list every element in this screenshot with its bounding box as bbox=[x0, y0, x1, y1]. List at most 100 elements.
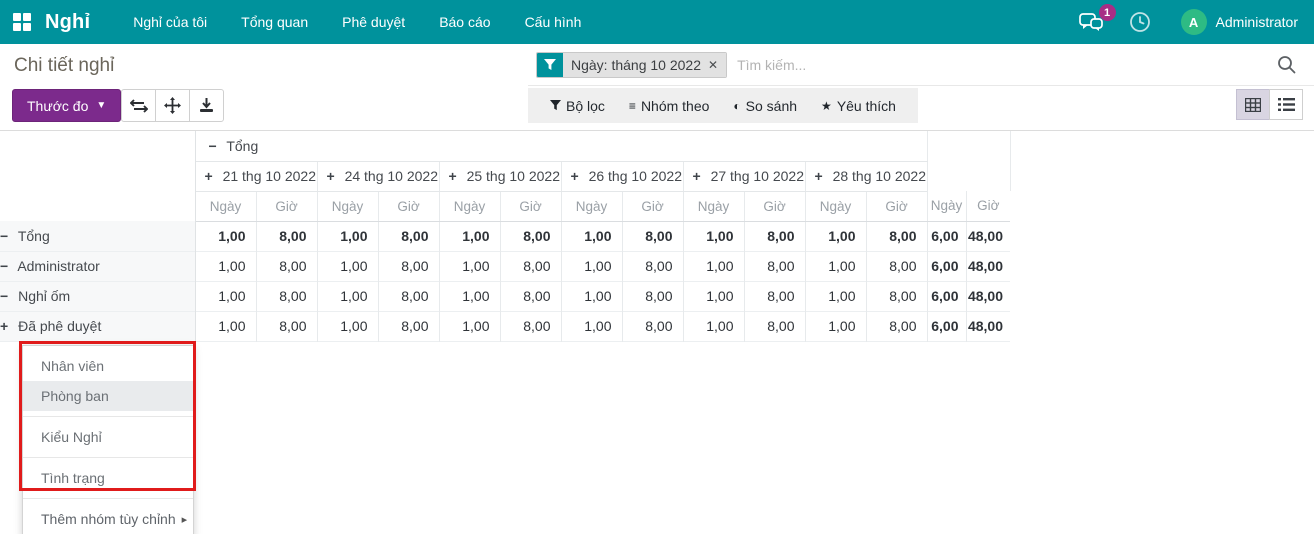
facet-remove-icon[interactable]: ✕ bbox=[708, 58, 718, 72]
pivot-toolbar bbox=[121, 89, 224, 122]
pivot-grid-icon bbox=[1245, 98, 1261, 112]
pivot-cell: 8,00 bbox=[744, 281, 805, 311]
column-header-date[interactable]: + 26 thg 10 2022 bbox=[561, 161, 683, 191]
menu-item-department[interactable]: Phòng ban bbox=[23, 381, 193, 411]
measure-header[interactable]: Ngày bbox=[927, 191, 966, 221]
collapse-icon: − bbox=[0, 258, 8, 274]
column-header-date[interactable]: + 21 thg 10 2022 bbox=[195, 161, 317, 191]
filters-button[interactable]: Bộ lọc bbox=[538, 88, 617, 123]
measure-header[interactable]: Giờ bbox=[744, 191, 805, 221]
pivot-cell: 8,00 bbox=[744, 221, 805, 251]
top-menu: Nghỉ của tôi Tổng quan Phê duyệt Báo cáo… bbox=[116, 0, 598, 44]
list-view-button[interactable] bbox=[1269, 89, 1303, 120]
pivot-cell: 1,00 bbox=[439, 221, 500, 251]
pivot-cell: 6,00 bbox=[927, 311, 966, 341]
apps-menu-icon[interactable] bbox=[13, 13, 31, 31]
pivot-cell: 1,00 bbox=[683, 311, 744, 341]
group-by-button[interactable]: ≡ Nhóm theo bbox=[617, 88, 722, 123]
row-header-total[interactable]: − Tổng bbox=[0, 221, 195, 251]
pivot-cell: 8,00 bbox=[378, 251, 439, 281]
activities-clock-icon[interactable] bbox=[1129, 11, 1151, 33]
flip-axis-button[interactable] bbox=[121, 89, 156, 122]
search-icon[interactable] bbox=[1277, 55, 1296, 74]
search-bar: Ngày: tháng 10 2022 ✕ bbox=[528, 44, 1314, 86]
pivot-cell: 8,00 bbox=[378, 311, 439, 341]
pivot-cell: 8,00 bbox=[378, 221, 439, 251]
menu-approvals[interactable]: Phê duyệt bbox=[325, 0, 422, 44]
measure-header[interactable]: Ngày bbox=[805, 191, 866, 221]
row-header-sick-leave[interactable]: − Nghỉ ốm bbox=[0, 281, 195, 311]
pivot-cell: 1,00 bbox=[195, 311, 256, 341]
menu-item-employee[interactable]: Nhân viên bbox=[23, 351, 193, 381]
pivot-cell: 1,00 bbox=[683, 281, 744, 311]
pivot-cell: 8,00 bbox=[622, 221, 683, 251]
measure-header[interactable]: Ngày bbox=[683, 191, 744, 221]
column-header-total[interactable]: − Tổng bbox=[195, 131, 927, 161]
pivot-cell: 1,00 bbox=[561, 281, 622, 311]
expand-all-button[interactable] bbox=[155, 89, 190, 122]
pivot-cell: 1,00 bbox=[439, 311, 500, 341]
app-window: Nghỉ Nghỉ của tôi Tổng quan Phê duyệt Bá… bbox=[0, 0, 1314, 534]
search-input[interactable] bbox=[737, 57, 1314, 73]
comparison-button[interactable]: ◐ So sánh bbox=[721, 88, 809, 123]
group-by-dropdown: Nhân viên Phòng ban Kiểu Nghỉ Tình trạng… bbox=[22, 345, 194, 534]
column-header-date[interactable]: + 28 thg 10 2022 bbox=[805, 161, 927, 191]
user-avatar[interactable]: A bbox=[1181, 9, 1207, 35]
pivot-row-administrator: − Administrator 1,00 8,00 1,00 8,00 1,00… bbox=[0, 251, 1010, 281]
pivot-table: − Tổng + 21 thg 10 2022 + 24 thg 10 2022… bbox=[0, 131, 1011, 342]
measure-header[interactable]: Giờ bbox=[500, 191, 561, 221]
pivot-cell: 8,00 bbox=[500, 251, 561, 281]
pivot-cell: 8,00 bbox=[866, 221, 927, 251]
row-header-administrator[interactable]: − Administrator bbox=[0, 251, 195, 281]
pivot-top-right-cell bbox=[927, 131, 1010, 191]
menu-overview[interactable]: Tổng quan bbox=[224, 0, 325, 44]
pivot-cell: 8,00 bbox=[622, 281, 683, 311]
measure-header[interactable]: Giờ bbox=[256, 191, 317, 221]
pivot-cell: 6,00 bbox=[927, 221, 966, 251]
measure-header[interactable]: Ngày bbox=[317, 191, 378, 221]
pivot-view-button[interactable] bbox=[1236, 89, 1270, 120]
pivot-cell: 6,00 bbox=[927, 251, 966, 281]
app-brand[interactable]: Nghỉ bbox=[45, 11, 90, 34]
column-header-date[interactable]: + 27 thg 10 2022 bbox=[683, 161, 805, 191]
menu-item-leave-type[interactable]: Kiểu Nghỉ bbox=[23, 422, 193, 452]
measure-header[interactable]: Ngày bbox=[439, 191, 500, 221]
measure-header[interactable]: Ngày bbox=[195, 191, 256, 221]
pivot-row-sick-leave: − Nghỉ ốm 1,00 8,00 1,00 8,00 1,00 8,00 … bbox=[0, 281, 1010, 311]
measure-header[interactable]: Ngày bbox=[561, 191, 622, 221]
expand-icon: + bbox=[571, 168, 579, 184]
pivot-cell: 1,00 bbox=[561, 311, 622, 341]
menu-item-add-custom-group[interactable]: Thêm nhóm tùy chỉnh ▸ bbox=[23, 504, 193, 534]
favorites-button[interactable]: ★ Yêu thích bbox=[809, 88, 908, 123]
messages-icon[interactable]: 1 bbox=[1079, 12, 1103, 32]
search-facet[interactable]: Ngày: tháng 10 2022 ✕ bbox=[536, 52, 727, 78]
column-header-date[interactable]: + 25 thg 10 2022 bbox=[439, 161, 561, 191]
expand-icon: + bbox=[815, 168, 823, 184]
column-header-date[interactable]: + 24 thg 10 2022 bbox=[317, 161, 439, 191]
topbar-right: 1 A Administrator bbox=[1079, 9, 1298, 35]
pivot-table-area: − Tổng + 21 thg 10 2022 + 24 thg 10 2022… bbox=[0, 131, 1011, 342]
download-xlsx-button[interactable] bbox=[189, 89, 224, 122]
measure-header[interactable]: Giờ bbox=[378, 191, 439, 221]
pivot-cell: 48,00 bbox=[966, 311, 1010, 341]
pivot-cell: 8,00 bbox=[256, 251, 317, 281]
menu-configuration[interactable]: Cấu hình bbox=[508, 0, 599, 44]
user-name[interactable]: Administrator bbox=[1216, 14, 1298, 30]
pivot-cell: 6,00 bbox=[927, 281, 966, 311]
collapse-icon: − bbox=[209, 138, 217, 154]
pivot-cell: 8,00 bbox=[256, 221, 317, 251]
pivot-cell: 8,00 bbox=[256, 281, 317, 311]
measures-button[interactable]: Thước đo ▼ bbox=[12, 89, 121, 122]
pivot-cell: 1,00 bbox=[683, 251, 744, 281]
pivot-cell: 8,00 bbox=[744, 311, 805, 341]
measure-header[interactable]: Giờ bbox=[966, 191, 1010, 221]
measure-header[interactable]: Giờ bbox=[622, 191, 683, 221]
pivot-cell: 8,00 bbox=[500, 221, 561, 251]
measure-header[interactable]: Giờ bbox=[866, 191, 927, 221]
row-header-approved[interactable]: + Đã phê duyệt bbox=[0, 311, 195, 341]
menu-my-time-off[interactable]: Nghỉ của tôi bbox=[116, 0, 224, 44]
collapse-icon: − bbox=[0, 228, 8, 244]
group-by-icon: ≡ bbox=[629, 99, 636, 113]
menu-reporting[interactable]: Báo cáo bbox=[422, 0, 507, 44]
menu-item-status[interactable]: Tình trạng bbox=[23, 463, 193, 493]
